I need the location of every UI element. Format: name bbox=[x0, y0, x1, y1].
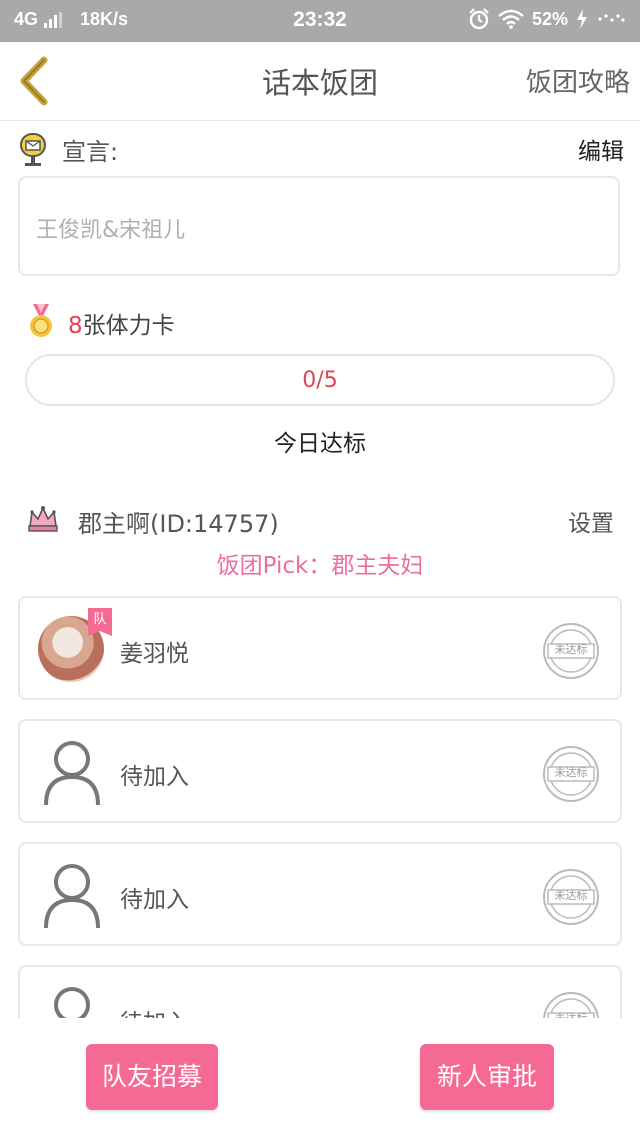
person-icon bbox=[44, 864, 100, 929]
crown-icon bbox=[28, 506, 58, 532]
member-name: 待加入 bbox=[120, 1003, 189, 1018]
team-leader: 郡主啊(ID:14757) bbox=[78, 510, 279, 538]
battery-percent: 52% bbox=[531, 8, 568, 29]
daily-progress-bar: 0/5 bbox=[25, 354, 615, 406]
status-stamp-label: 未达标 bbox=[554, 766, 588, 779]
alarm-icon bbox=[469, 8, 489, 30]
team-pick: 饭团Pick：郡主夫妇 bbox=[216, 553, 424, 579]
list-item[interactable]: 队 姜羽悦 未达标 bbox=[18, 596, 622, 700]
status-stamp-label: 未达标 bbox=[554, 643, 588, 656]
member-name: 姜羽悦 bbox=[120, 641, 189, 667]
stamina-count: 8 bbox=[68, 313, 83, 339]
list-item[interactable]: 待加入 未达标 bbox=[18, 719, 622, 823]
person-icon bbox=[54, 987, 90, 1018]
mailbox-icon bbox=[20, 133, 46, 166]
settings-button[interactable]: 设置 bbox=[568, 504, 614, 538]
team-header: 郡主啊(ID:14757) 设置 bbox=[26, 500, 616, 540]
stamina-text: 8张体力卡 bbox=[68, 306, 175, 340]
declaration-label: 宣言: bbox=[62, 138, 119, 166]
recruit-button[interactable]: 队友招募 bbox=[86, 1044, 218, 1110]
list-item[interactable]: 待加入 未达标 bbox=[18, 965, 622, 1018]
declaration-box: 王俊凯&宋祖儿 bbox=[18, 176, 620, 276]
battery-dots-icon bbox=[598, 14, 625, 22]
medal-icon bbox=[30, 304, 52, 337]
declaration-header: 宣言: 编辑 bbox=[18, 128, 624, 168]
edit-button[interactable]: 编辑 bbox=[578, 132, 624, 166]
status-stamp-label: 未达标 bbox=[554, 889, 588, 902]
charging-icon bbox=[577, 9, 587, 29]
progress-text: 0/5 bbox=[302, 368, 338, 393]
nav-bar: 话本饭团 饭团攻略 bbox=[0, 42, 640, 121]
member-name: 待加入 bbox=[120, 764, 189, 790]
list-item[interactable]: 待加入 未达标 bbox=[18, 842, 622, 946]
status-bar: 4G 18K/s 23:32 52% bbox=[0, 0, 640, 42]
status-stamp-label: 未达标 bbox=[548, 1010, 594, 1018]
member-list[interactable]: 队 姜羽悦 未达标 待加入 未达标 待加入 未达标 bbox=[18, 596, 622, 1018]
bottom-action-bar: 队友招募 新人审批 bbox=[0, 1018, 640, 1138]
person-icon bbox=[44, 741, 100, 806]
today-status-label: 今日达标 bbox=[274, 431, 366, 457]
status-right: 52% bbox=[468, 8, 626, 30]
approve-button[interactable]: 新人审批 bbox=[420, 1044, 554, 1110]
declaration-text: 王俊凯&宋祖儿 bbox=[36, 218, 186, 243]
leader-badge: 队 bbox=[88, 608, 112, 636]
guide-link[interactable]: 饭团攻略 bbox=[526, 62, 630, 99]
member-name: 待加入 bbox=[120, 887, 189, 913]
stamina-suffix: 张体力卡 bbox=[82, 313, 175, 339]
wifi-icon bbox=[498, 9, 524, 29]
